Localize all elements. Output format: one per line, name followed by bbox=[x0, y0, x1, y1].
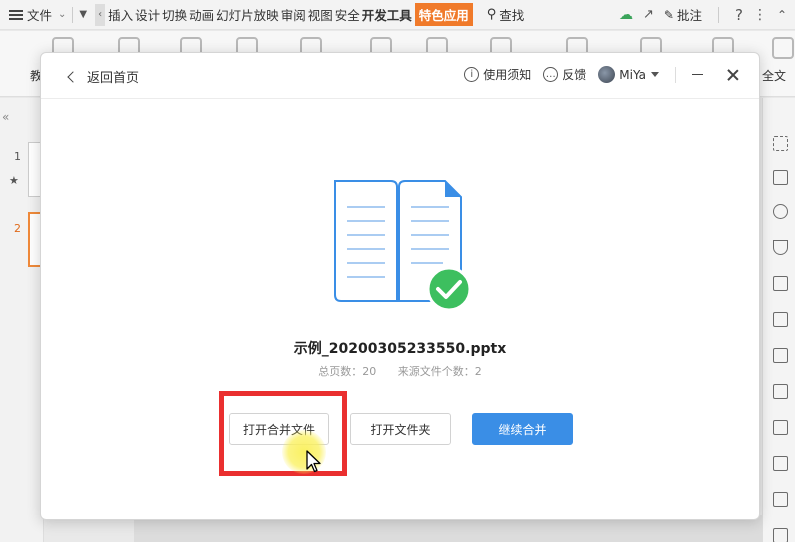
chevron-down-icon: ⌄ bbox=[58, 9, 67, 20]
slide-thumbnail-pane: « 1 ★ 2 bbox=[0, 98, 44, 542]
menu-bar: 文件 ⌄ ▼ ‹ 插入 设计 切换 动画 幻灯片放映 审阅 视图 安全 开发工具… bbox=[0, 0, 795, 30]
quick-access-dropdown-icon[interactable]: ▼ bbox=[79, 9, 87, 20]
feedback-label: 反馈 bbox=[562, 68, 587, 82]
tab-animation[interactable]: 动画 bbox=[188, 0, 215, 30]
file-menu[interactable]: 文件 ⌄ bbox=[0, 0, 66, 30]
avatar bbox=[598, 66, 616, 83]
right-sidebar bbox=[762, 98, 795, 542]
mouse-pointer-icon bbox=[306, 450, 321, 473]
back-home-button[interactable]: 返回首页 bbox=[67, 67, 140, 86]
usage-notes-button[interactable]: i 使用须知 bbox=[464, 66, 531, 83]
collapse-pane-icon[interactable]: « bbox=[2, 110, 9, 124]
slide-number: 2 bbox=[14, 222, 21, 235]
back-home-label: 返回首页 bbox=[87, 71, 140, 86]
collapse-ribbon-icon[interactable]: ⌃ bbox=[777, 8, 787, 22]
fill-icon[interactable] bbox=[773, 240, 788, 255]
page-count: 总页数：20 bbox=[318, 365, 377, 378]
caret-down-icon bbox=[651, 72, 659, 77]
divider bbox=[72, 6, 74, 23]
tab-transition[interactable]: 切换 bbox=[161, 0, 188, 30]
dialog-header: 返回首页 i 使用须知 … 反馈 MiYa bbox=[41, 53, 759, 99]
shape-icon[interactable] bbox=[773, 204, 788, 219]
comment-button[interactable]: ✎ 批注 bbox=[664, 0, 702, 30]
info-icon: i bbox=[464, 67, 480, 82]
file-menu-label: 文件 bbox=[27, 8, 53, 23]
highlight-box bbox=[219, 391, 347, 476]
merge-result-dialog: 返回首页 i 使用须知 … 反馈 MiYa 示例_20200305233550.… bbox=[40, 52, 760, 520]
usage-notes-label: 使用须知 bbox=[483, 68, 532, 82]
chevron-left-icon bbox=[67, 70, 79, 83]
tab-developer[interactable]: 开发工具 bbox=[361, 0, 413, 30]
search-label: 查找 bbox=[499, 8, 525, 23]
cloud-sync-icon[interactable]: ☁ bbox=[619, 7, 633, 23]
source-file-count: 来源文件个数：2 bbox=[397, 365, 482, 378]
image-icon[interactable] bbox=[773, 420, 788, 435]
tab-view[interactable]: 视图 bbox=[307, 0, 334, 30]
tab-special-apps[interactable]: 特色应用 bbox=[414, 3, 473, 26]
open-folder-button[interactable]: 打开文件夹 bbox=[350, 413, 451, 445]
copy-icon[interactable] bbox=[773, 170, 788, 185]
magic-icon[interactable] bbox=[773, 136, 788, 151]
tab-security[interactable]: 安全 bbox=[334, 0, 361, 30]
search-button[interactable]: ⚲ 查找 bbox=[487, 0, 525, 30]
comment-label: 批注 bbox=[676, 8, 702, 23]
archive-icon[interactable] bbox=[773, 492, 788, 507]
user-name: MiYa bbox=[619, 67, 646, 82]
table-icon[interactable] bbox=[773, 276, 788, 291]
tab-design[interactable]: 设计 bbox=[134, 0, 161, 30]
tab-insert[interactable]: 插入 bbox=[107, 0, 134, 30]
user-menu[interactable]: MiYa bbox=[598, 66, 659, 83]
tab-review[interactable]: 审阅 bbox=[280, 0, 307, 30]
collapse-tabs-button[interactable]: ‹ bbox=[95, 3, 106, 26]
share-icon[interactable]: ↗ bbox=[643, 7, 654, 22]
tab-slideshow[interactable]: 幻灯片放映 bbox=[215, 0, 280, 30]
hamburger-icon bbox=[9, 9, 23, 20]
ribbon-label-right: 全文 bbox=[762, 69, 787, 83]
divider bbox=[717, 6, 719, 23]
search-icon: ⚲ bbox=[486, 7, 497, 22]
continue-merge-button[interactable]: 继续合并 bbox=[472, 413, 573, 445]
chat-bubble-icon: … bbox=[543, 67, 559, 82]
feedback-button[interactable]: … 反馈 bbox=[543, 66, 586, 83]
settings-sliders-icon[interactable] bbox=[773, 384, 788, 399]
slide-number: 1 bbox=[14, 150, 21, 163]
divider bbox=[675, 66, 676, 83]
chart-icon[interactable] bbox=[773, 348, 788, 363]
comment-icon: ✎ bbox=[663, 7, 674, 22]
export-icon[interactable] bbox=[773, 456, 788, 471]
ribbon-tool-icon[interactable] bbox=[772, 37, 794, 59]
help-button[interactable]: ? bbox=[735, 6, 743, 24]
output-filename: 示例_20200305233550.pptx bbox=[293, 341, 507, 357]
more-icon[interactable]: ⋮ bbox=[753, 7, 767, 23]
merged-document-illustration bbox=[334, 180, 472, 312]
merge-stats: 总页数：20 来源文件个数：2 bbox=[41, 363, 759, 379]
gallery-icon[interactable] bbox=[773, 528, 788, 542]
minimize-icon[interactable] bbox=[692, 73, 703, 76]
star-icon: ★ bbox=[9, 174, 19, 187]
close-icon[interactable] bbox=[727, 69, 739, 81]
grid-icon[interactable] bbox=[773, 312, 788, 327]
